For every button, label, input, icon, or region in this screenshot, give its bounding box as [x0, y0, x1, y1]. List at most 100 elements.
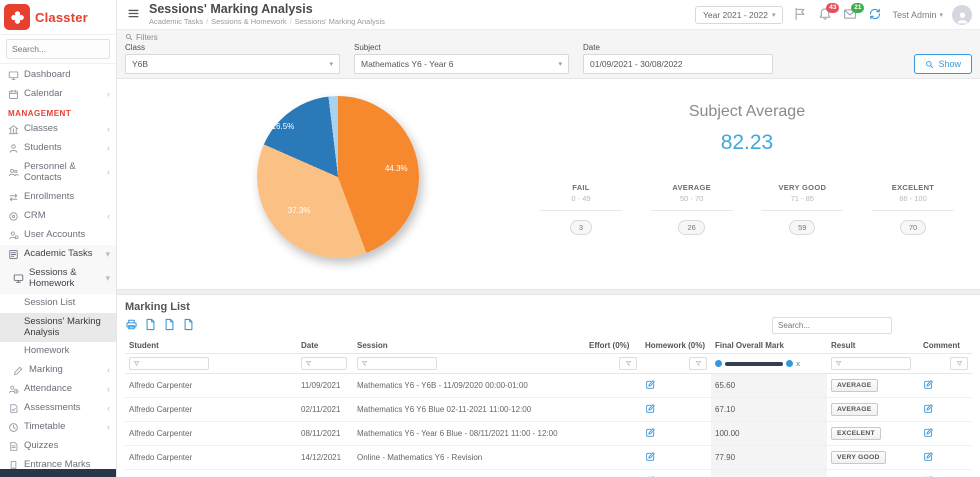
stat-count-badge[interactable]: 70 — [899, 220, 927, 235]
messages-envelope-icon[interactable]: 21 — [842, 2, 865, 23]
sidebar-item-students[interactable]: Students ‹ — [0, 139, 116, 158]
slider-track[interactable] — [725, 361, 783, 366]
sidebar-item-sessions-homework[interactable]: Sessions & Homework ▾ — [0, 263, 116, 294]
edit-button[interactable] — [645, 450, 656, 465]
stat-count-badge[interactable]: 3 — [569, 220, 593, 235]
date-filter[interactable] — [301, 357, 347, 370]
sidebar-item-sessions-marking-analysis[interactable]: Sessions' Marking Analysis — [0, 312, 116, 343]
user-avatar[interactable] — [952, 4, 972, 25]
edit-button[interactable] — [645, 402, 656, 417]
result-badge[interactable]: VERY GOOD — [831, 451, 886, 464]
subject-select[interactable]: Mathematics Y6 - Year 6 ▾ — [354, 54, 569, 74]
edit-button[interactable] — [645, 426, 656, 441]
stat-count-badge[interactable]: 26 — [678, 220, 705, 235]
marking-icon — [13, 365, 24, 376]
sidebar-item-entrance-marks[interactable]: Entrance Marks — [0, 456, 116, 469]
sidebar-item-timetable[interactable]: Timetable ‹ — [0, 418, 116, 437]
breadcrumb-academic-tasks[interactable]: Academic Tasks — [149, 17, 203, 26]
homework-filter-icon[interactable] — [689, 357, 707, 370]
sidebar-item-enrollments[interactable]: Enrollments — [0, 188, 116, 207]
col-result[interactable]: Result — [827, 338, 919, 354]
sidebar-item-calendar[interactable]: Calendar ‹ — [0, 85, 116, 104]
edit-button[interactable] — [923, 378, 934, 393]
date-range-input[interactable] — [583, 54, 773, 74]
export-data-button[interactable] — [182, 318, 195, 334]
sidebar-item-quizzes[interactable]: Quizzes — [0, 437, 116, 456]
comment-cell — [919, 397, 972, 422]
student-filter-input[interactable] — [142, 359, 205, 368]
col-comment[interactable]: Comment — [919, 338, 972, 354]
col-effort[interactable]: Effort (0%) — [585, 338, 641, 354]
subject-label: Subject — [354, 43, 381, 52]
date-cell: 02/11/2021 — [297, 397, 353, 422]
topbar-actions: Year 2021 - 2022 ▾ 43 21 Test Admin ▾ — [695, 2, 972, 25]
class-select[interactable]: Y6B ▾ — [125, 54, 340, 74]
print-button[interactable] — [125, 318, 138, 334]
comment-cell — [919, 469, 972, 477]
mark-range-slider[interactable]: x — [715, 359, 823, 368]
chevron-left-icon: ‹ — [107, 210, 110, 221]
sidebar-item-attendance[interactable]: Attendance ‹ — [0, 380, 116, 399]
effort-filter-icon[interactable] — [619, 357, 637, 370]
sidebar-item-label: Homework — [24, 345, 70, 357]
table-search-input[interactable] — [772, 317, 892, 334]
edit-button[interactable] — [923, 402, 934, 417]
result-filter[interactable] — [831, 357, 911, 370]
sidebar-item-label: User Accounts — [24, 228, 86, 240]
date-filter-input[interactable] — [314, 359, 343, 368]
export-pdf-button[interactable] — [144, 318, 157, 334]
breadcrumb-separator: / — [289, 17, 292, 27]
student-filter[interactable] — [129, 357, 209, 370]
hamburger-menu-icon[interactable] — [125, 7, 141, 23]
export-excel-button[interactable] — [163, 318, 176, 334]
comment-filter-icon[interactable] — [950, 357, 968, 370]
edit-button[interactable] — [645, 378, 656, 393]
col-student[interactable]: Student — [125, 338, 297, 354]
breadcrumb-sessions-homework[interactable]: Sessions & Homework — [211, 17, 286, 26]
sidebar-item-dashboard[interactable]: Dashboard — [0, 66, 116, 85]
sidebar-item-classes[interactable]: Classes ‹ — [0, 120, 116, 139]
stat-range: 0 - 49 — [571, 194, 591, 203]
col-date[interactable]: Date — [297, 338, 353, 354]
slider-handle-min[interactable] — [715, 360, 722, 367]
user-menu[interactable]: Test Admin ▾ — [892, 10, 943, 20]
edit-button[interactable] — [923, 450, 934, 465]
session-filter[interactable] — [357, 357, 437, 370]
sidebar-item-label: Session List — [24, 296, 76, 308]
marking-table: Student Date Session Effort (0%) Homewor… — [125, 338, 972, 477]
slider-clear[interactable]: x — [796, 359, 800, 368]
result-filter-input[interactable] — [844, 359, 907, 368]
sidebar-item-user-accounts[interactable]: User Accounts — [0, 226, 116, 245]
year-selector[interactable]: Year 2021 - 2022 ▾ — [695, 5, 784, 24]
col-final-overall-mark[interactable]: Final Overall Mark — [711, 338, 827, 354]
sidebar-item-homework[interactable]: Homework — [0, 342, 116, 361]
sidebar-item-academic-tasks[interactable]: Academic Tasks ▾ — [0, 244, 116, 264]
result-badge[interactable]: EXCELENT — [831, 427, 881, 440]
edit-button[interactable] — [923, 426, 934, 441]
notifications-bell-icon[interactable]: 43 — [817, 2, 840, 23]
sidebar-item-assessments[interactable]: Assessments ‹ — [0, 399, 116, 418]
year-selector-label: Year 2021 - 2022 — [703, 9, 768, 20]
col-session[interactable]: Session — [353, 338, 585, 354]
sidebar-item-session-list[interactable]: Session List — [0, 294, 116, 313]
brand-logo[interactable]: Classter — [0, 0, 116, 34]
export-data-icon — [182, 318, 195, 331]
show-button[interactable]: Show — [914, 54, 972, 74]
sidebar-search-input[interactable] — [6, 39, 110, 59]
stat-count-badge[interactable]: 59 — [789, 220, 816, 235]
funnel-icon — [835, 360, 842, 367]
sidebar-item-marking[interactable]: Marking ‹ — [0, 361, 116, 380]
sessions-homework-icon — [13, 273, 24, 284]
col-homework[interactable]: Homework (0%) — [641, 338, 711, 354]
result-badge[interactable]: AVERAGE — [831, 379, 878, 392]
slider-handle-max[interactable] — [786, 360, 793, 367]
sync-icon[interactable] — [867, 7, 883, 23]
session-filter-input[interactable] — [370, 359, 433, 368]
result-cell: EXCELENT — [827, 421, 919, 446]
result-badge[interactable]: AVERAGE — [831, 403, 878, 416]
sidebar-item-personnel-contacts[interactable]: Personnel & Contacts ‹ — [0, 158, 116, 188]
sidebar-item-crm[interactable]: CRM ‹ — [0, 207, 116, 226]
flag-icon[interactable] — [792, 7, 808, 23]
pie-chart[interactable]: 44.3% 37.3% 16.5% — [257, 96, 419, 258]
comment-cell — [919, 373, 972, 398]
